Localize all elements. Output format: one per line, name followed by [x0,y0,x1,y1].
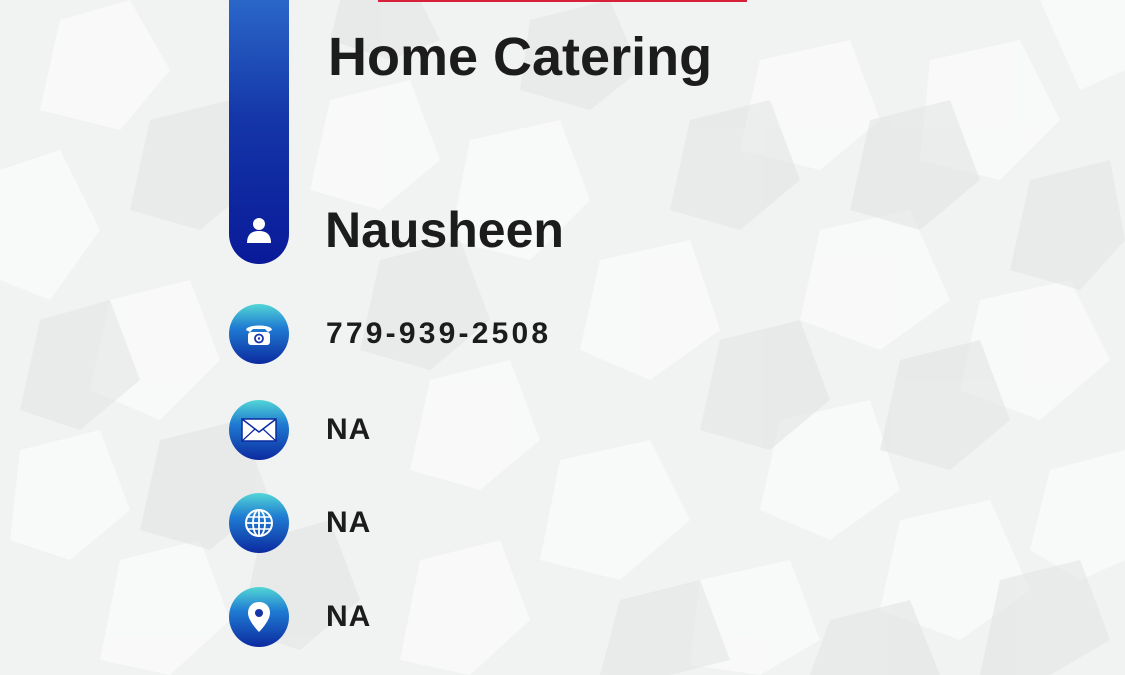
globe-icon [229,493,289,553]
website-value[interactable]: NA [326,506,371,540]
background-pattern [0,0,1125,675]
contact-name: Nausheen [325,202,564,258]
business-name: Home Catering [328,27,713,87]
email-row[interactable]: NA [229,400,371,460]
phone-number[interactable]: 779-939-2508 [326,317,551,351]
website-row[interactable]: NA [229,493,371,553]
header-pillar [229,0,289,264]
email-value[interactable]: NA [326,413,371,447]
telephone-icon [229,304,289,364]
phone-row[interactable]: 779-939-2508 [229,304,551,364]
location-pin-icon [229,587,289,647]
accent-line [378,0,747,2]
envelope-icon [229,400,289,460]
person-icon [229,200,289,260]
address-row[interactable]: NA [229,587,371,647]
address-value[interactable]: NA [326,600,371,634]
